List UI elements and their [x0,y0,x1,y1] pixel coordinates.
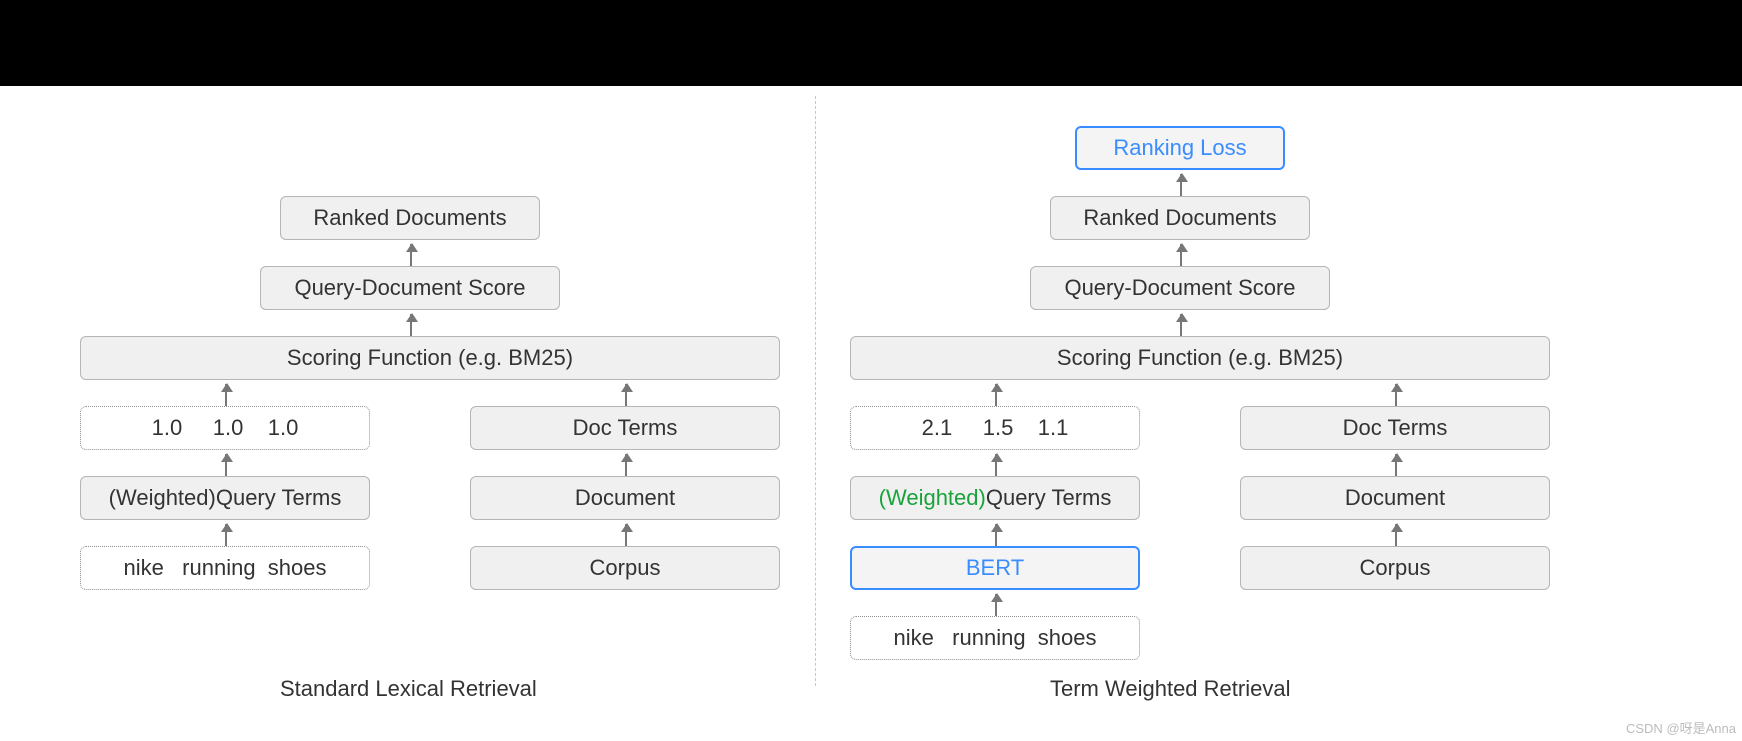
box-ranking-loss: Ranking Loss [1075,126,1285,170]
box-weighted-query-terms: (Weighted) Query Terms [80,476,370,520]
box-corpus: Corpus [470,546,780,590]
box-query-document-score: Query-Document Score [1030,266,1330,310]
diagram-canvas: Ranked Documents Query-Document Score Sc… [80,86,1740,741]
box-doc-terms: Doc Terms [470,406,780,450]
label-weighted-prefix: (Weighted) [109,485,216,511]
arrow-icon [225,384,227,406]
top-black-bar [0,0,1742,86]
label-query-terms: Query Terms [216,485,342,511]
arrow-icon [995,594,997,616]
arrow-icon [1180,174,1182,196]
label-weighted-prefix: (Weighted) [879,485,986,511]
box-query-tokens: nike running shoes [80,546,370,590]
box-ranked-documents: Ranked Documents [1050,196,1310,240]
arrow-icon [1180,314,1182,336]
arrow-icon [995,454,997,476]
box-weights: 1.0 1.0 1.0 [80,406,370,450]
box-weighted-query-terms: (Weighted) Query Terms [850,476,1140,520]
arrow-icon [1180,244,1182,266]
watermark: CSDN @呀是Anna [1626,718,1736,737]
box-corpus: Corpus [1240,546,1550,590]
arrow-icon [625,384,627,406]
box-bert: BERT [850,546,1140,590]
box-doc-terms: Doc Terms [1240,406,1550,450]
arrow-icon [1395,524,1397,546]
box-document: Document [470,476,780,520]
arrow-icon [1395,384,1397,406]
caption-term-weighted: Term Weighted Retrieval [1050,676,1290,702]
arrow-icon [625,454,627,476]
panel-term-weighted: Ranking Loss Ranked Documents Query-Docu… [850,86,1630,716]
label-query-terms: Query Terms [986,485,1112,511]
arrow-icon [995,384,997,406]
box-weights: 2.1 1.5 1.1 [850,406,1140,450]
arrow-icon [1395,454,1397,476]
panel-divider [815,96,816,686]
arrow-icon [410,244,412,266]
box-scoring-function: Scoring Function (e.g. BM25) [80,336,780,380]
arrow-icon [225,524,227,546]
arrow-icon [625,524,627,546]
box-ranked-documents: Ranked Documents [280,196,540,240]
box-document: Document [1240,476,1550,520]
box-scoring-function: Scoring Function (e.g. BM25) [850,336,1550,380]
arrow-icon [410,314,412,336]
arrow-icon [225,454,227,476]
caption-standard: Standard Lexical Retrieval [280,676,537,702]
box-query-document-score: Query-Document Score [260,266,560,310]
panel-standard-lexical: Ranked Documents Query-Document Score Sc… [80,86,800,716]
box-query-tokens: nike running shoes [850,616,1140,660]
arrow-icon [995,524,997,546]
